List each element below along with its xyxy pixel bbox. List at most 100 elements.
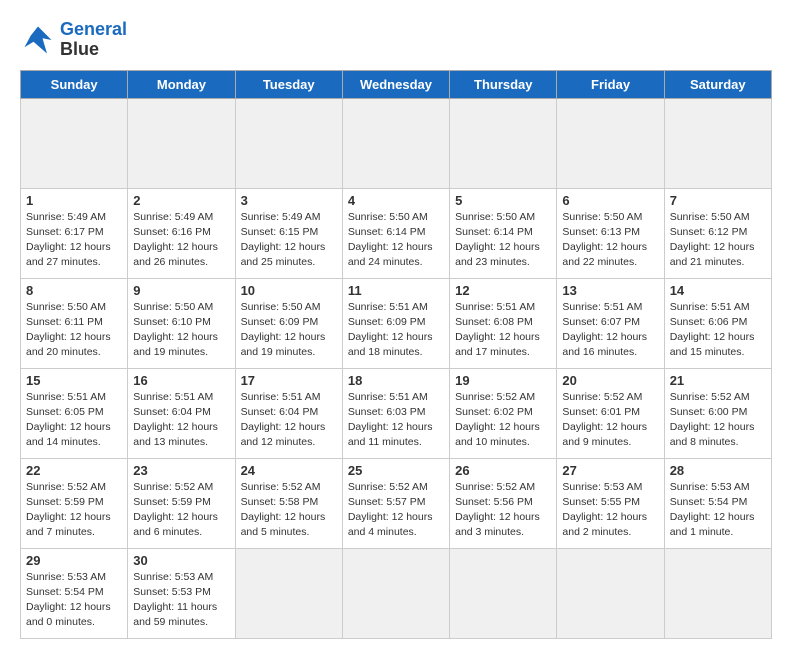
daylight-label: Daylight: 12 hours and 2 minutes. xyxy=(562,511,647,538)
sunset-label: Sunset: 5:53 PM xyxy=(133,586,211,598)
calendar-day-cell: 3 Sunrise: 5:49 AM Sunset: 6:15 PM Dayli… xyxy=(235,188,342,278)
daylight-label: Daylight: 12 hours and 24 minutes. xyxy=(348,241,433,268)
sunset-label: Sunset: 6:07 PM xyxy=(562,316,640,328)
sunset-label: Sunset: 6:03 PM xyxy=(348,406,426,418)
day-number: 29 xyxy=(26,553,122,568)
sunrise-label: Sunrise: 5:53 AM xyxy=(133,571,213,583)
calendar-week-row: 8 Sunrise: 5:50 AM Sunset: 6:11 PM Dayli… xyxy=(21,278,772,368)
col-friday: Friday xyxy=(557,70,664,98)
daylight-label: Daylight: 12 hours and 17 minutes. xyxy=(455,331,540,358)
day-info: Sunrise: 5:52 AM Sunset: 5:59 PM Dayligh… xyxy=(133,480,229,541)
day-info: Sunrise: 5:52 AM Sunset: 6:01 PM Dayligh… xyxy=(562,390,658,451)
calendar-day-cell: 24 Sunrise: 5:52 AM Sunset: 5:58 PM Dayl… xyxy=(235,458,342,548)
calendar-day-cell: 5 Sunrise: 5:50 AM Sunset: 6:14 PM Dayli… xyxy=(450,188,557,278)
calendar-week-row: 29 Sunrise: 5:53 AM Sunset: 5:54 PM Dayl… xyxy=(21,548,772,638)
day-number: 27 xyxy=(562,463,658,478)
calendar-day-cell: 11 Sunrise: 5:51 AM Sunset: 6:09 PM Dayl… xyxy=(342,278,449,368)
sunrise-label: Sunrise: 5:50 AM xyxy=(455,211,535,223)
day-info: Sunrise: 5:52 AM Sunset: 6:02 PM Dayligh… xyxy=(455,390,551,451)
sunrise-label: Sunrise: 5:51 AM xyxy=(133,391,213,403)
daylight-label: Daylight: 12 hours and 23 minutes. xyxy=(455,241,540,268)
day-number: 15 xyxy=(26,373,122,388)
daylight-label: Daylight: 12 hours and 26 minutes. xyxy=(133,241,218,268)
day-number: 8 xyxy=(26,283,122,298)
day-info: Sunrise: 5:51 AM Sunset: 6:04 PM Dayligh… xyxy=(241,390,337,451)
daylight-label: Daylight: 12 hours and 20 minutes. xyxy=(26,331,111,358)
sunset-label: Sunset: 6:17 PM xyxy=(26,226,104,238)
calendar-day-cell: 1 Sunrise: 5:49 AM Sunset: 6:17 PM Dayli… xyxy=(21,188,128,278)
day-number: 2 xyxy=(133,193,229,208)
calendar-day-cell xyxy=(128,98,235,188)
logo-icon xyxy=(20,22,56,58)
calendar-day-cell: 4 Sunrise: 5:50 AM Sunset: 6:14 PM Dayli… xyxy=(342,188,449,278)
sunrise-label: Sunrise: 5:53 AM xyxy=(26,571,106,583)
calendar-week-row: 15 Sunrise: 5:51 AM Sunset: 6:05 PM Dayl… xyxy=(21,368,772,458)
sunset-label: Sunset: 5:57 PM xyxy=(348,496,426,508)
day-info: Sunrise: 5:49 AM Sunset: 6:15 PM Dayligh… xyxy=(241,210,337,271)
daylight-label: Daylight: 12 hours and 27 minutes. xyxy=(26,241,111,268)
daylight-label: Daylight: 12 hours and 10 minutes. xyxy=(455,421,540,448)
daylight-label: Daylight: 12 hours and 9 minutes. xyxy=(562,421,647,448)
day-number: 30 xyxy=(133,553,229,568)
day-info: Sunrise: 5:51 AM Sunset: 6:06 PM Dayligh… xyxy=(670,300,766,361)
sunset-label: Sunset: 6:14 PM xyxy=(348,226,426,238)
daylight-label: Daylight: 12 hours and 12 minutes. xyxy=(241,421,326,448)
day-number: 28 xyxy=(670,463,766,478)
calendar-week-row: 22 Sunrise: 5:52 AM Sunset: 5:59 PM Dayl… xyxy=(21,458,772,548)
daylight-label: Daylight: 12 hours and 6 minutes. xyxy=(133,511,218,538)
calendar-day-cell xyxy=(342,98,449,188)
calendar-day-cell: 12 Sunrise: 5:51 AM Sunset: 6:08 PM Dayl… xyxy=(450,278,557,368)
daylight-label: Daylight: 12 hours and 19 minutes. xyxy=(241,331,326,358)
day-info: Sunrise: 5:53 AM Sunset: 5:53 PM Dayligh… xyxy=(133,570,229,631)
day-number: 10 xyxy=(241,283,337,298)
sunset-label: Sunset: 5:59 PM xyxy=(133,496,211,508)
calendar-day-cell: 7 Sunrise: 5:50 AM Sunset: 6:12 PM Dayli… xyxy=(664,188,771,278)
daylight-label: Daylight: 12 hours and 16 minutes. xyxy=(562,331,647,358)
daylight-label: Daylight: 12 hours and 0 minutes. xyxy=(26,601,111,628)
daylight-label: Daylight: 12 hours and 14 minutes. xyxy=(26,421,111,448)
daylight-label: Daylight: 12 hours and 13 minutes. xyxy=(133,421,218,448)
sunset-label: Sunset: 6:15 PM xyxy=(241,226,319,238)
sunset-label: Sunset: 6:11 PM xyxy=(26,316,103,328)
day-info: Sunrise: 5:52 AM Sunset: 5:57 PM Dayligh… xyxy=(348,480,444,541)
page-header: General Blue xyxy=(20,20,772,60)
day-number: 26 xyxy=(455,463,551,478)
daylight-label: Daylight: 12 hours and 18 minutes. xyxy=(348,331,433,358)
sunrise-label: Sunrise: 5:49 AM xyxy=(26,211,106,223)
calendar-day-cell: 20 Sunrise: 5:52 AM Sunset: 6:01 PM Dayl… xyxy=(557,368,664,458)
calendar-day-cell: 18 Sunrise: 5:51 AM Sunset: 6:03 PM Dayl… xyxy=(342,368,449,458)
sunset-label: Sunset: 6:04 PM xyxy=(133,406,211,418)
sunrise-label: Sunrise: 5:52 AM xyxy=(455,481,535,493)
calendar-day-cell xyxy=(235,548,342,638)
sunset-label: Sunset: 5:55 PM xyxy=(562,496,640,508)
calendar-day-cell: 17 Sunrise: 5:51 AM Sunset: 6:04 PM Dayl… xyxy=(235,368,342,458)
day-info: Sunrise: 5:51 AM Sunset: 6:07 PM Dayligh… xyxy=(562,300,658,361)
daylight-label: Daylight: 12 hours and 21 minutes. xyxy=(670,241,755,268)
sunset-label: Sunset: 6:00 PM xyxy=(670,406,748,418)
calendar-day-cell xyxy=(450,548,557,638)
day-number: 5 xyxy=(455,193,551,208)
calendar-day-cell: 29 Sunrise: 5:53 AM Sunset: 5:54 PM Dayl… xyxy=(21,548,128,638)
day-number: 4 xyxy=(348,193,444,208)
calendar-day-cell: 28 Sunrise: 5:53 AM Sunset: 5:54 PM Dayl… xyxy=(664,458,771,548)
sunset-label: Sunset: 6:09 PM xyxy=(348,316,426,328)
calendar-day-cell: 25 Sunrise: 5:52 AM Sunset: 5:57 PM Dayl… xyxy=(342,458,449,548)
sunrise-label: Sunrise: 5:51 AM xyxy=(562,301,642,313)
calendar-day-cell xyxy=(557,98,664,188)
day-info: Sunrise: 5:50 AM Sunset: 6:14 PM Dayligh… xyxy=(455,210,551,271)
col-monday: Monday xyxy=(128,70,235,98)
sunset-label: Sunset: 6:06 PM xyxy=(670,316,748,328)
sunset-label: Sunset: 6:13 PM xyxy=(562,226,640,238)
col-sunday: Sunday xyxy=(21,70,128,98)
day-info: Sunrise: 5:52 AM Sunset: 5:59 PM Dayligh… xyxy=(26,480,122,541)
day-info: Sunrise: 5:53 AM Sunset: 5:55 PM Dayligh… xyxy=(562,480,658,541)
calendar-day-cell: 2 Sunrise: 5:49 AM Sunset: 6:16 PM Dayli… xyxy=(128,188,235,278)
sunset-label: Sunset: 5:54 PM xyxy=(26,586,104,598)
day-number: 18 xyxy=(348,373,444,388)
daylight-label: Daylight: 12 hours and 22 minutes. xyxy=(562,241,647,268)
day-info: Sunrise: 5:50 AM Sunset: 6:13 PM Dayligh… xyxy=(562,210,658,271)
sunrise-label: Sunrise: 5:53 AM xyxy=(562,481,642,493)
col-tuesday: Tuesday xyxy=(235,70,342,98)
day-number: 14 xyxy=(670,283,766,298)
day-info: Sunrise: 5:50 AM Sunset: 6:09 PM Dayligh… xyxy=(241,300,337,361)
